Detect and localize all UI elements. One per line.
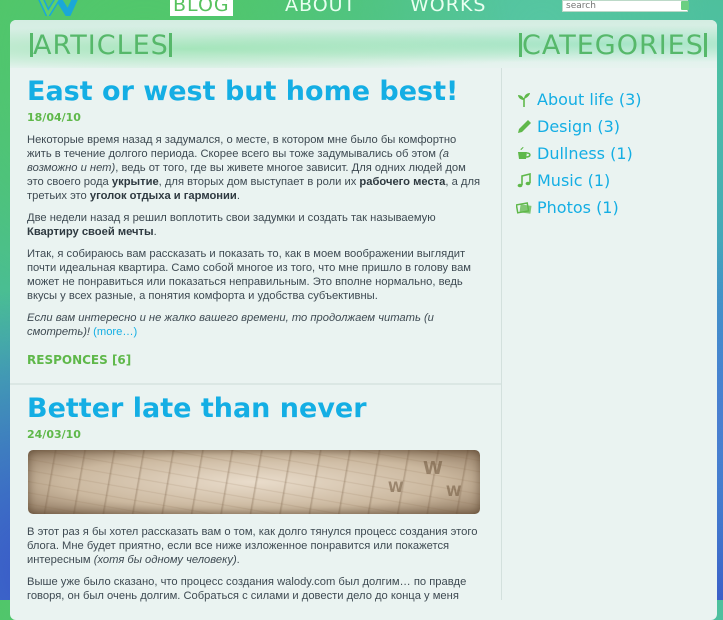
logo-sketch: W bbox=[388, 480, 404, 496]
nav-about[interactable]: ABOUT bbox=[283, 0, 358, 16]
bold-text: рабочего места bbox=[359, 176, 446, 188]
post-paragraph: Выше уже было сказано, что процесс созда… bbox=[27, 576, 467, 602]
category-label[interactable]: Music (1) bbox=[537, 171, 610, 190]
text: . bbox=[236, 554, 240, 566]
category-label[interactable]: Design (3) bbox=[537, 117, 620, 136]
pencil-icon bbox=[518, 119, 531, 133]
post-paragraph: В этот раз я бы хотел рассказать вам о т… bbox=[27, 525, 483, 567]
nav-blog[interactable]: BLOG bbox=[170, 0, 233, 16]
category-design[interactable]: Design (3) bbox=[516, 113, 706, 140]
category-about-life[interactable]: About life (3) bbox=[516, 86, 706, 113]
sprout-icon bbox=[518, 92, 530, 107]
post-paragraph: Итак, я собираюсь вам рассказать и показ… bbox=[27, 248, 471, 302]
bold-text: Квартиру своей мечты bbox=[27, 226, 154, 238]
search-input[interactable] bbox=[562, 0, 688, 12]
categories-list: About life (3) Design (3) Dullness (1) M… bbox=[516, 86, 706, 221]
logo-sketch: W bbox=[446, 484, 462, 500]
heading-bar-right bbox=[703, 33, 707, 57]
categories-heading: CATEGORIES bbox=[519, 30, 707, 62]
music-note-icon bbox=[517, 172, 531, 187]
post-image: W W W bbox=[28, 450, 480, 514]
text: . bbox=[236, 190, 240, 202]
responses-link[interactable]: RESPONCES [6] bbox=[27, 353, 483, 367]
categories-heading-text: CATEGORIES bbox=[522, 30, 704, 61]
coffee-cup-icon bbox=[518, 146, 531, 159]
text: Некоторые время назад я задумался, о мес… bbox=[27, 134, 457, 160]
column-divider bbox=[501, 68, 502, 600]
post-article: Better late than never 24/03/10 W W W В … bbox=[27, 393, 483, 611]
post-title[interactable]: Better late than never bbox=[27, 393, 483, 425]
text: , для вторых дом выступает в роли их bbox=[158, 176, 360, 188]
search-button[interactable] bbox=[681, 1, 689, 10]
photos-icon bbox=[516, 201, 532, 214]
post-date: 18/04/10 bbox=[27, 111, 81, 124]
nav-works[interactable]: WORKS bbox=[408, 0, 488, 16]
post-paragraph: Некоторые время назад я задумался, о мес… bbox=[27, 133, 483, 203]
text: . bbox=[153, 226, 157, 238]
articles-heading: ARTICLES bbox=[30, 30, 172, 62]
post-date: 24/03/10 bbox=[27, 428, 81, 441]
site-logo[interactable] bbox=[28, 0, 98, 16]
text: Две недели назад я решил воплотить свои … bbox=[27, 212, 436, 224]
post-divider bbox=[10, 383, 501, 385]
category-dullness[interactable]: Dullness (1) bbox=[516, 140, 706, 167]
post-title[interactable]: East or west but home best! bbox=[27, 76, 483, 108]
articles-heading-text: ARTICLES bbox=[33, 30, 169, 61]
read-more-link[interactable]: (more…) bbox=[93, 326, 137, 338]
category-photos[interactable]: Photos (1) bbox=[516, 194, 706, 221]
top-navigation: BLOG ABOUT WORKS bbox=[0, 0, 723, 16]
post-article: East or west but home best! 18/04/10 Нек… bbox=[27, 76, 483, 367]
bold-text: укрытие bbox=[111, 176, 159, 188]
post-paragraph: Две недели назад я решил воплотить свои … bbox=[27, 211, 483, 239]
italic-text: Если вам интересно и не жалко вашего вре… bbox=[27, 312, 434, 338]
italic-text: (хотя бы одному человеку) bbox=[93, 554, 237, 566]
heading-bar-right bbox=[168, 33, 172, 57]
category-label[interactable]: Photos (1) bbox=[537, 198, 619, 217]
post-paragraph: Если вам интересно и не жалко вашего вре… bbox=[27, 311, 483, 339]
category-music[interactable]: Music (1) bbox=[516, 167, 706, 194]
category-label[interactable]: About life (3) bbox=[537, 90, 642, 109]
logo-sketch: W bbox=[423, 458, 443, 479]
bold-text: уголок отдыха и гармонии bbox=[89, 190, 237, 202]
category-label[interactable]: Dullness (1) bbox=[537, 144, 633, 163]
